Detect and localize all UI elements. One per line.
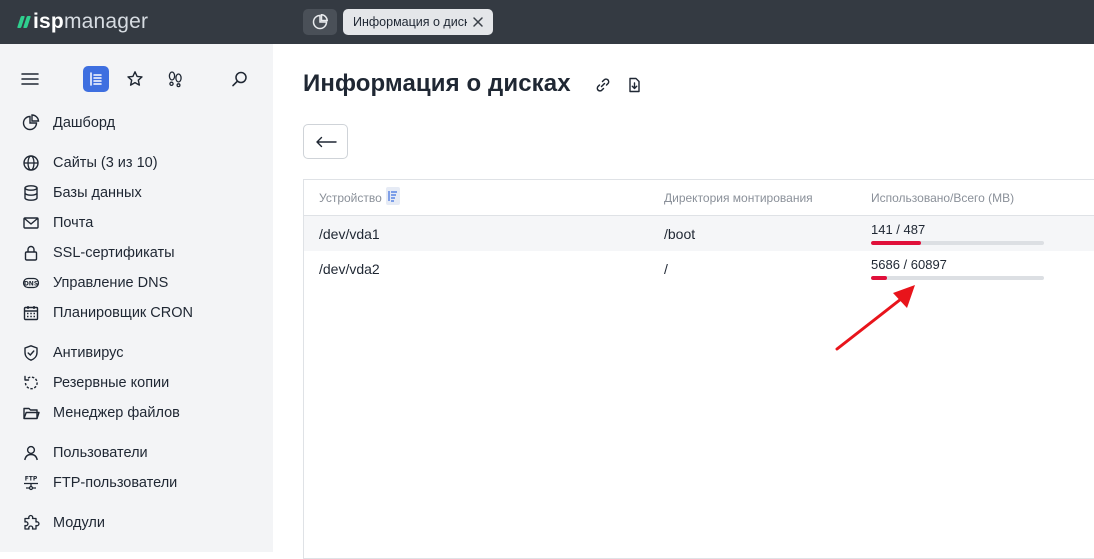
mail-icon [22, 214, 40, 232]
link-icon[interactable] [593, 75, 613, 95]
database-icon [22, 184, 40, 202]
svg-text:DNS: DNS [24, 280, 38, 287]
close-icon[interactable] [471, 15, 485, 34]
ispmanager-logo[interactable]: ispmanager [17, 10, 148, 34]
arrow-left-icon [315, 136, 337, 147]
folder-icon [22, 404, 40, 422]
list-icon [90, 72, 102, 86]
column-header-device[interactable]: Устройство [319, 191, 382, 205]
sidebar-item-ftp-users[interactable]: FTP FTP-пользователи [22, 472, 262, 494]
favorites-button[interactable] [122, 66, 148, 92]
table-row[interactable]: /dev/vda1 /boot 141 / 487 [304, 216, 1094, 251]
cell-mount: / [664, 261, 668, 277]
lock-icon [22, 244, 40, 262]
pie-chart-icon [22, 114, 40, 132]
sidebar-item-file-manager[interactable]: Менеджер файлов [22, 402, 262, 424]
back-button[interactable] [303, 124, 348, 159]
page-title: Информация о дисках [303, 70, 571, 97]
disk-table: Устройство Директория монтирования Испол… [303, 179, 1094, 559]
sidebar-item-dashboard[interactable]: Дашборд [22, 112, 262, 134]
tab-label: Информация о дисках [353, 15, 467, 29]
calendar-icon [22, 304, 40, 322]
table-header: Устройство Директория монтирования Испол… [304, 180, 1094, 216]
cell-device: /dev/vda1 [319, 226, 380, 242]
cell-usage: 5686 / 60897 [871, 257, 947, 272]
search-icon [232, 71, 247, 87]
sidebar-item-modules[interactable]: Модули [22, 512, 262, 534]
dns-icon: DNS [22, 274, 40, 292]
sidebar-item-backups[interactable]: Резервные копии [22, 372, 262, 394]
search-button[interactable] [227, 66, 253, 92]
recent-button[interactable] [162, 66, 188, 92]
sidebar-item-dns[interactable]: DNS Управление DNS [22, 272, 262, 294]
column-header-mount[interactable]: Директория монтирования [664, 191, 813, 205]
sidebar-item-users[interactable]: Пользователи [22, 442, 262, 464]
sort-icon[interactable] [386, 187, 400, 205]
annotation-arrow [835, 285, 915, 351]
top-bar: ispmanager Информация о дисках [0, 0, 1094, 44]
menu-list-button[interactable] [83, 66, 109, 92]
cell-mount: /boot [664, 226, 696, 242]
menu-toggle-button[interactable] [17, 66, 43, 92]
sidebar-item-cron[interactable]: Планировщик CRON [22, 302, 262, 324]
sidebar-item-antivirus[interactable]: Антивирус [22, 342, 262, 364]
svg-text:FTP: FTP [25, 476, 38, 483]
usage-bar [871, 241, 1044, 245]
cell-device: /dev/vda2 [319, 261, 380, 277]
tab-dashboard[interactable] [303, 9, 337, 35]
hamburger-icon [21, 73, 39, 85]
tab-disk-info[interactable]: Информация о дисках [343, 9, 493, 35]
ftp-icon: FTP [22, 474, 40, 492]
export-icon[interactable] [624, 75, 644, 95]
shield-icon [22, 344, 40, 362]
sidebar-item-ssl[interactable]: SSL-сертификаты [22, 242, 262, 264]
table-row[interactable]: /dev/vda2 / 5686 / 60897 [304, 251, 1094, 286]
footprints-icon [168, 71, 182, 88]
sidebar-item-sites[interactable]: Сайты (3 из 10) [22, 152, 262, 174]
usage-bar-fill [871, 241, 922, 245]
cell-usage: 141 / 487 [871, 222, 926, 237]
sidebar-item-mail[interactable]: Почта [22, 212, 262, 234]
user-icon [22, 444, 40, 462]
puzzle-icon [22, 514, 40, 532]
usage-bar [871, 276, 1044, 280]
main-content: Информация о дисках Устройство Директори… [273, 44, 1094, 559]
star-icon [127, 71, 143, 86]
backup-icon [22, 374, 40, 392]
pie-chart-icon [312, 14, 328, 30]
globe-icon [22, 154, 40, 172]
usage-bar-fill [871, 276, 888, 280]
column-header-usage[interactable]: Использовано/Всего (МВ) [871, 191, 1014, 205]
logo-mark-icon [17, 15, 31, 29]
sidebar: Дашборд Сайты (3 из 10) Базы данных Почт… [0, 44, 273, 552]
sidebar-item-databases[interactable]: Базы данных [22, 182, 262, 204]
sidebar-toolbar [0, 66, 273, 92]
